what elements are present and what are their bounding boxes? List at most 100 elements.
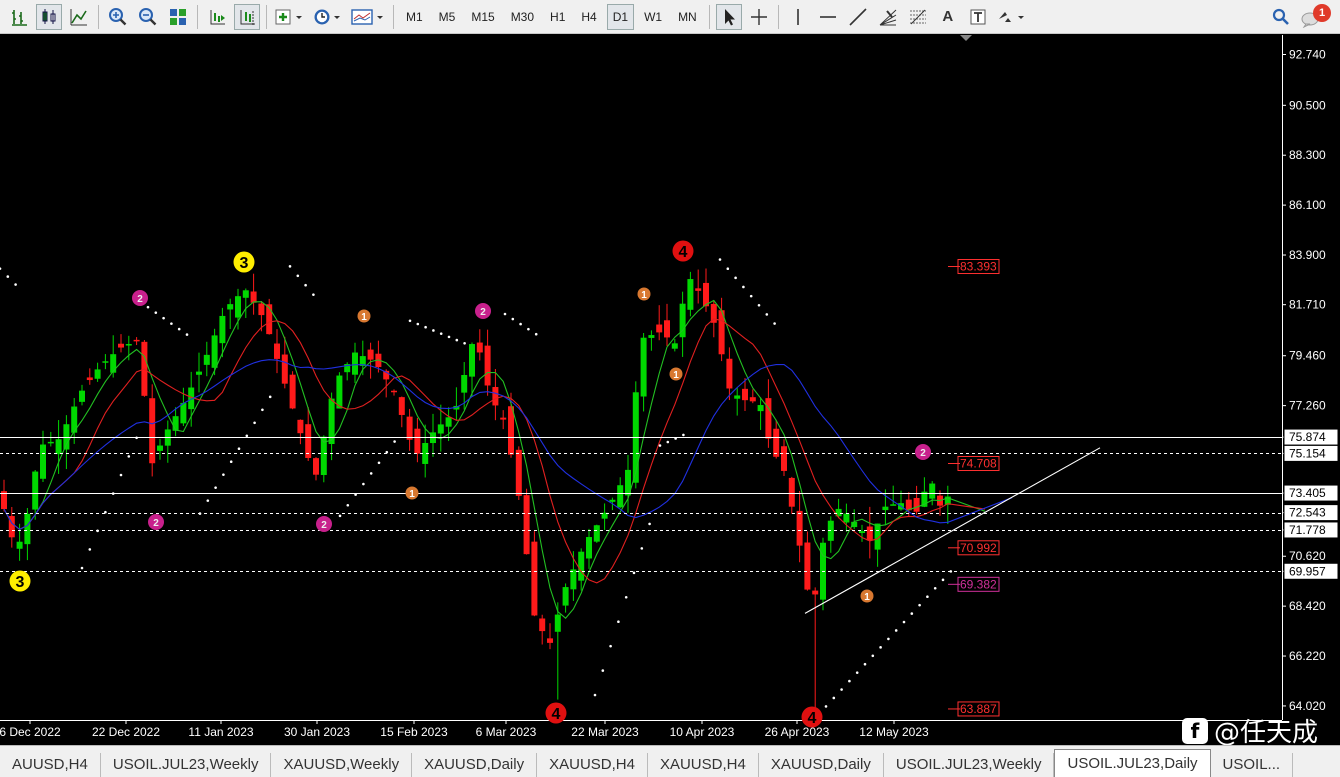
- price-tick-label: 71.778: [1289, 523, 1326, 537]
- candle-body: [203, 354, 210, 365]
- search-icon[interactable]: [1268, 4, 1294, 30]
- zoom-in-icon[interactable]: [105, 4, 131, 30]
- candle-body: [531, 541, 538, 616]
- candle-body: [63, 424, 70, 450]
- chart-tab[interactable]: AUUSD,H4: [0, 753, 101, 777]
- candle-body: [781, 446, 787, 471]
- price-tick-label: 92.740: [1289, 48, 1326, 62]
- auto-scroll-icon[interactable]: [204, 4, 230, 30]
- candlestick-chart-icon[interactable]: [36, 3, 62, 30]
- chart-tabs: AUUSD,H4 USOIL.JUL23,Weekly XAUUSD,Weekly X…: [0, 745, 1340, 777]
- candle-body: [757, 405, 764, 412]
- candle-body: [125, 344, 132, 346]
- sar-dot: [455, 338, 459, 342]
- timeframe-d1[interactable]: D1: [606, 3, 635, 30]
- sar-dot: [237, 447, 241, 451]
- cursor-arrow-icon[interactable]: [715, 3, 742, 30]
- level-label-text: 83.393: [960, 260, 997, 274]
- tile-windows-icon[interactable]: [165, 4, 191, 30]
- sar-dot: [304, 283, 307, 287]
- timeframe-m5[interactable]: M5: [433, 4, 462, 30]
- price-chart[interactable]: 83.39374.70870.99269.38263.8873344 422 222…: [0, 35, 1340, 745]
- candle-body: [788, 477, 795, 507]
- chart-tab[interactable]: XAUUSD,H4: [537, 753, 648, 777]
- candle-body: [500, 417, 507, 420]
- timeframe-h4[interactable]: H4: [575, 4, 602, 30]
- notifications-icon[interactable]: 1: [1298, 3, 1332, 30]
- chart-tab[interactable]: XAUUSD,Daily: [759, 753, 884, 777]
- sar-dot: [593, 693, 597, 697]
- sar-dot: [609, 644, 612, 648]
- templates-icon[interactable]: [349, 4, 387, 30]
- candle-body: [313, 458, 319, 475]
- candle-body: [539, 618, 546, 632]
- candle-body: [32, 471, 39, 510]
- arrows-shapes-icon[interactable]: [995, 4, 1029, 30]
- wave-marker-label: 2: [321, 520, 327, 531]
- wave-marker-label: 3: [16, 574, 25, 591]
- wave-marker-magenta: 2: [132, 290, 148, 306]
- timeframe-m30[interactable]: M30: [505, 4, 540, 30]
- sar-dot: [534, 332, 538, 336]
- indicators-icon[interactable]: [273, 4, 307, 30]
- timeframe-m1[interactable]: M1: [400, 4, 429, 30]
- timeframe-w1[interactable]: W1: [638, 4, 668, 30]
- price-tick-label: 73.405: [1289, 486, 1326, 500]
- chart-tab[interactable]: USOIL...: [1211, 753, 1294, 777]
- price-tick-label: 81.710: [1289, 298, 1326, 312]
- sar-dot: [848, 679, 851, 683]
- timeframe-h1[interactable]: H1: [544, 4, 571, 30]
- chart-tab[interactable]: XAUUSD,Weekly: [271, 753, 413, 777]
- candle-body: [352, 352, 358, 375]
- wave-marker-label: 2: [137, 294, 143, 305]
- horizontal-line-icon[interactable]: [815, 4, 841, 30]
- wave-marker-label: 1: [641, 290, 647, 301]
- sar-dot: [658, 444, 662, 447]
- candle-body: [79, 390, 85, 402]
- candle-body: [593, 525, 600, 542]
- trendline-icon[interactable]: [845, 4, 871, 30]
- crosshair-icon[interactable]: [746, 4, 772, 30]
- sar-dot: [88, 548, 92, 551]
- chart-tab[interactable]: USOIL.JUL23,Weekly: [101, 753, 272, 777]
- sar-dot: [463, 342, 466, 345]
- chart-shift-icon[interactable]: [234, 3, 260, 30]
- candle-body: [492, 387, 499, 406]
- candle-body: [305, 424, 312, 458]
- wave-marker-label: 4: [552, 706, 561, 723]
- bar-chart-icon[interactable]: [6, 4, 32, 30]
- vertical-line-icon[interactable]: [785, 4, 811, 30]
- price-tick-label: 70.620: [1289, 549, 1326, 563]
- date-label: 15 Feb 2023: [380, 725, 448, 739]
- sar-dot: [527, 327, 530, 331]
- sar-dot: [154, 311, 158, 314]
- text-tool-icon[interactable]: A: [935, 4, 961, 30]
- periods-clock-icon[interactable]: [311, 4, 345, 30]
- timeframe-mn[interactable]: MN: [672, 4, 703, 30]
- date-label: 6 Mar 2023: [476, 725, 537, 739]
- fibonacci-retracement-icon[interactable]: [905, 4, 931, 30]
- timeframe-m15[interactable]: M15: [465, 4, 500, 30]
- sar-dot: [14, 283, 17, 286]
- sar-dot: [757, 303, 761, 307]
- sar-dot: [432, 329, 435, 332]
- candle-body: [687, 279, 694, 310]
- chart-tab[interactable]: USOIL.JUL23,Weekly: [884, 753, 1055, 777]
- candle-body: [94, 369, 101, 379]
- candle-body: [866, 526, 873, 541]
- chart-tab[interactable]: XAUUSD,H4: [648, 753, 759, 777]
- zoom-out-icon[interactable]: [135, 4, 161, 30]
- candle-body: [913, 498, 920, 512]
- line-chart-icon[interactable]: [66, 4, 92, 30]
- sar-dot: [765, 313, 769, 316]
- toolbar-separator: [266, 4, 267, 29]
- chart-tab[interactable]: XAUUSD,Daily: [412, 753, 538, 777]
- fibonacci-fan-icon[interactable]: [875, 4, 901, 30]
- wave-marker-yellow: 3: [9, 570, 31, 592]
- sar-dot: [648, 522, 651, 526]
- sar-dot: [918, 603, 921, 607]
- text-label-icon[interactable]: [965, 4, 991, 30]
- candle-body: [671, 343, 678, 349]
- price-tick-label: 72.543: [1289, 506, 1326, 520]
- chart-tab[interactable]: USOIL.JUL23,Daily: [1054, 749, 1211, 777]
